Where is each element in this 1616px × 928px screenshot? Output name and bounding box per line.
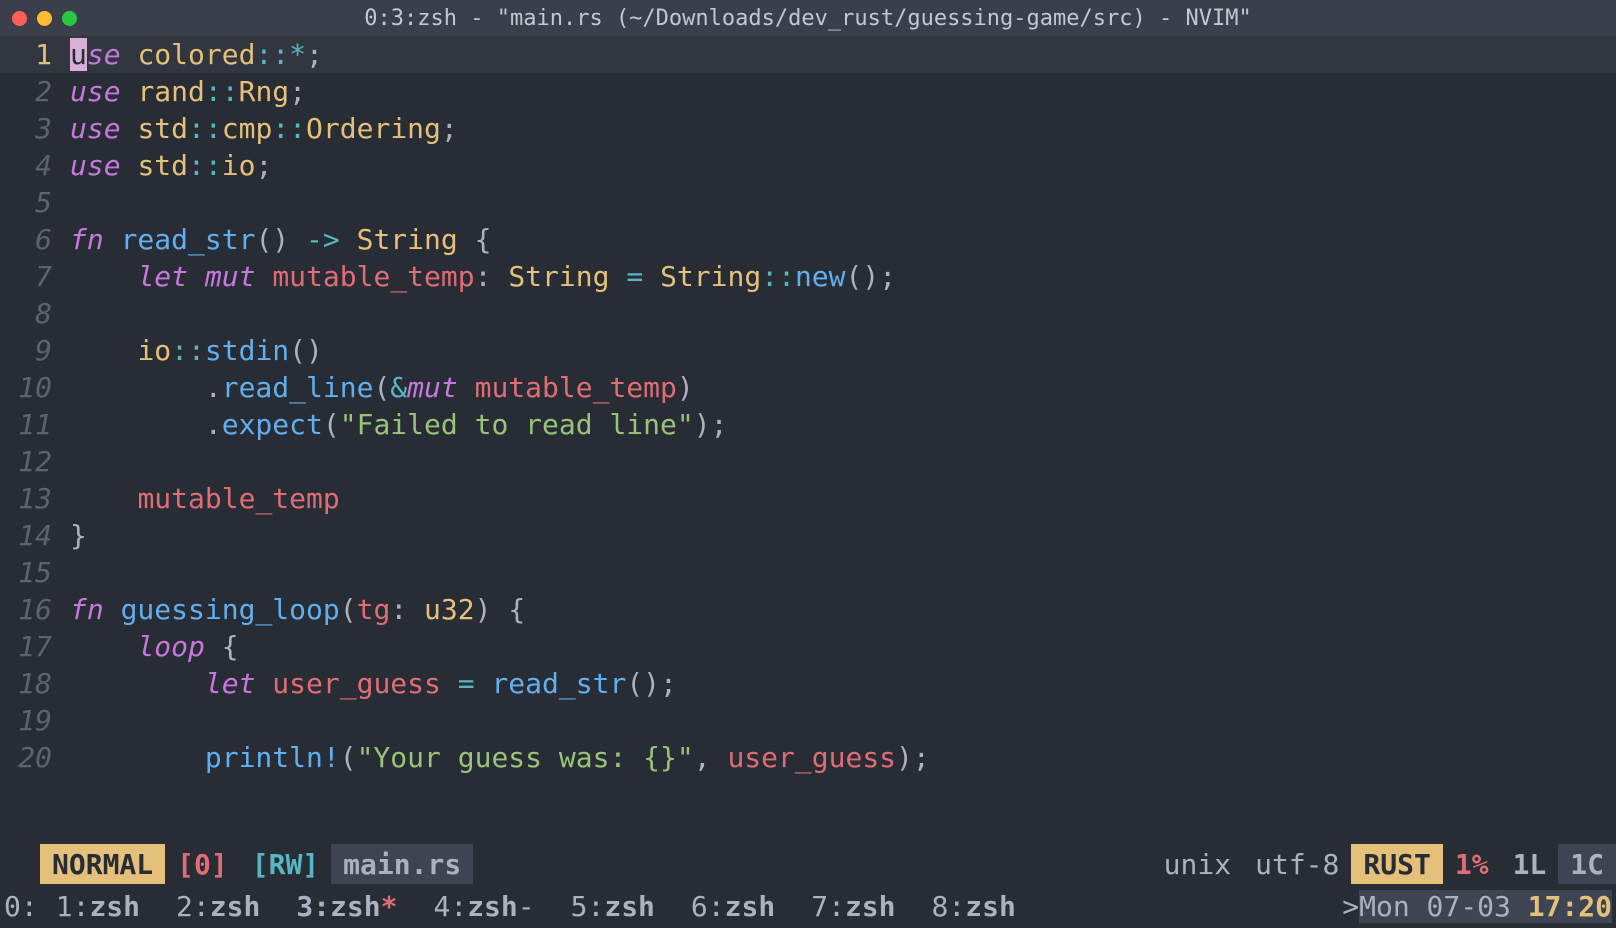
status-mode: NORMAL [40,844,165,884]
line-number: 8 [0,295,70,332]
line-number: 10 [0,369,70,406]
line-number: 14 [0,517,70,554]
line-number: 20 [0,739,70,776]
code-line[interactable]: 16fn guessing_loop(tg: u32) { [0,591,1616,628]
close-icon[interactable] [12,11,27,26]
tmux-window[interactable]: 1:zsh [38,890,158,923]
line-number: 1 [0,36,70,73]
editor-viewport[interactable]: 1use colored::*;2use rand::Rng;3use std:… [0,36,1616,844]
code-content[interactable]: use std::io; [70,147,1616,184]
line-number: 4 [0,147,70,184]
code-line[interactable]: 12 [0,443,1616,480]
status-filename: main.rs [331,844,473,884]
code-line[interactable]: 11 .expect("Failed to read line"); [0,406,1616,443]
tmux-session: 0: [4,890,38,923]
code-line[interactable]: 5 [0,184,1616,221]
code-line[interactable]: 9 io::stdin() [0,332,1616,369]
line-number: 3 [0,110,70,147]
code-content[interactable]: let user_guess = read_str(); [70,665,1616,702]
code-content[interactable] [70,295,1616,332]
status-line: 1L [1501,844,1559,884]
line-number: 18 [0,665,70,702]
code-content[interactable] [70,702,1616,739]
code-line[interactable]: 19 [0,702,1616,739]
line-number: 7 [0,258,70,295]
code-content[interactable]: use std::cmp::Ordering; [70,110,1616,147]
line-number: 16 [0,591,70,628]
code-line[interactable]: 3use std::cmp::Ordering; [0,110,1616,147]
line-number: 9 [0,332,70,369]
code-line[interactable]: 13 mutable_temp [0,480,1616,517]
minimize-icon[interactable] [37,11,52,26]
code-line[interactable]: 4use std::io; [0,147,1616,184]
tmux-clock: >Mon 07-03 17:20 [1342,890,1612,923]
tmux-window[interactable]: 2:zsh [158,890,278,923]
tmux-window[interactable]: 8:zsh [914,890,1034,923]
status-filetype: RUST [1351,844,1442,884]
statusline: NORMAL [0] [RW] main.rs unix utf-8 RUST … [0,844,1616,884]
code-content[interactable]: fn guessing_loop(tg: u32) { [70,591,1616,628]
code-content[interactable]: loop { [70,628,1616,665]
code-content[interactable]: } [70,517,1616,554]
code-line[interactable]: 15 [0,554,1616,591]
status-readwrite: [RW] [240,844,331,884]
code-content[interactable] [70,443,1616,480]
tmux-window[interactable]: 7:zsh [793,890,913,923]
status-encoding: utf-8 [1243,844,1351,884]
line-number: 11 [0,406,70,443]
code-line[interactable]: 7 let mut mutable_temp: String = String:… [0,258,1616,295]
code-content[interactable]: use rand::Rng; [70,73,1616,110]
code-line[interactable]: 1use colored::*; [0,36,1616,73]
code-line[interactable]: 18 let user_guess = read_str(); [0,665,1616,702]
line-number: 12 [0,443,70,480]
code-content[interactable]: .expect("Failed to read line"); [70,406,1616,443]
code-content[interactable]: let mut mutable_temp: String = String::n… [70,258,1616,295]
line-number: 17 [0,628,70,665]
status-bufnum: [0] [165,844,240,884]
code-content[interactable]: fn read_str() -> String { [70,221,1616,258]
code-content[interactable]: mutable_temp [70,480,1616,517]
window-titlebar: 0:3:zsh - "main.rs (~/Downloads/dev_rust… [0,0,1616,36]
code-line[interactable]: 20 println!("Your guess was: {}", user_g… [0,739,1616,776]
line-number: 15 [0,554,70,591]
code-line[interactable]: 14} [0,517,1616,554]
line-number: 2 [0,73,70,110]
code-content[interactable]: use colored::*; [70,36,1616,73]
line-number: 19 [0,702,70,739]
maximize-icon[interactable] [62,11,77,26]
tmux-window[interactable]: 3:zsh* [278,890,415,923]
tmux-window[interactable]: 6:zsh [673,890,793,923]
line-number: 13 [0,480,70,517]
code-line[interactable]: 17 loop { [0,628,1616,665]
code-content[interactable]: println!("Your guess was: {}", user_gues… [70,739,1616,776]
line-number: 6 [0,221,70,258]
status-percent: 1% [1443,844,1501,884]
code-content[interactable] [70,554,1616,591]
window-title: 0:3:zsh - "main.rs (~/Downloads/dev_rust… [0,6,1616,31]
tmux-window[interactable]: 5:zsh [553,890,673,923]
status-fileformat: unix [1152,844,1243,884]
tmux-window[interactable]: 4:zsh- [415,890,552,923]
line-number: 5 [0,184,70,221]
status-column: 1C [1558,844,1616,884]
code-content[interactable]: io::stdin() [70,332,1616,369]
tmux-statusbar: 0: 1:zsh2:zsh3:zsh*4:zsh-5:zsh6:zsh7:zsh… [0,884,1616,928]
code-content[interactable]: .read_line(&mut mutable_temp) [70,369,1616,406]
code-line[interactable]: 10 .read_line(&mut mutable_temp) [0,369,1616,406]
code-line[interactable]: 2use rand::Rng; [0,73,1616,110]
code-content[interactable] [70,184,1616,221]
code-line[interactable]: 8 [0,295,1616,332]
code-line[interactable]: 6fn read_str() -> String { [0,221,1616,258]
